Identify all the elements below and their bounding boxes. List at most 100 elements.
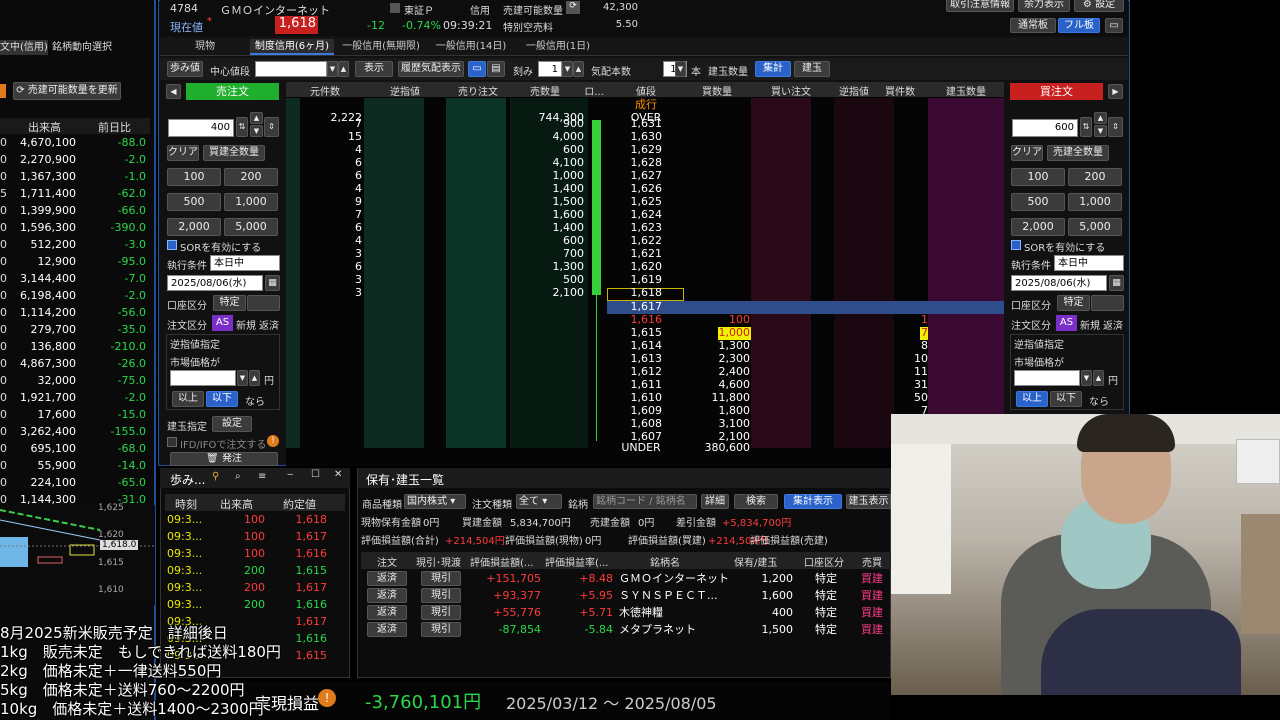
ob-bid-row[interactable]: 1,610 11,800 50 [286,391,1004,404]
center-price-dropdown-icon[interactable]: ▼ [327,61,338,77]
watchlist-row[interactable]: 0 224,100 -65.0 [0,475,150,492]
caution-info-button[interactable]: 取引注意情報 [946,0,1014,12]
sell-date-input[interactable]: 2025/08/06(水) [167,275,263,291]
tick-dropdown-icon[interactable]: ▼ [562,61,573,77]
watchlist-row[interactable]: 0 55,900 -14.0 [0,458,150,475]
sell-qty-down-icon[interactable]: ▼ [250,125,263,137]
ob-ask-row[interactable]: 3 700 1,621 [286,247,1004,260]
ob-ask-row[interactable]: 7 1,600 1,624 [286,208,1004,221]
holdings-return-button[interactable]: 返済 [367,622,407,637]
sell-ifd-checkbox[interactable] [167,437,177,447]
watchlist-row[interactable]: 0 1,399,900 -66.0 [0,203,150,220]
buy-quick-2[interactable]: 500 [1011,193,1065,211]
ticks-link-icon[interactable]: ⚲ [212,471,219,482]
sell-quick-2[interactable]: 500 [167,193,221,211]
left-tab-trend[interactable]: 銘柄動向選択 [52,40,118,55]
update-qty-button[interactable]: ⟳ 売建可能数量を更新 [13,82,121,100]
sell-qty-input[interactable]: 400 [168,119,234,137]
buy-type-new[interactable]: 新規 [1080,317,1100,332]
holdings-genbiki-button[interactable]: 現引 [421,605,461,620]
ob-ask-row[interactable]: 6 4,100 1,628 [286,156,1004,169]
quote-count-dropdown-icon[interactable]: ▼ [675,61,686,77]
buy-acct-button[interactable]: 特定 [1057,295,1090,311]
holdings-return-button[interactable]: 返済 [367,605,407,620]
buy-calendar-icon[interactable]: ▦ [1109,275,1124,291]
sell-calendar-icon[interactable]: ▦ [265,275,280,291]
sell-acct-other[interactable] [247,295,280,311]
buy-cond-select[interactable]: 本日中 [1054,255,1124,271]
sell-quick-1[interactable]: 200 [224,168,278,186]
tate-button[interactable]: 建玉 [794,61,830,77]
ob-bid-row[interactable]: 1,614 1,300 8 [286,339,1004,352]
buy-stop-below[interactable]: 以下 [1050,391,1082,407]
layout-a-icon[interactable]: ▭ [468,61,486,77]
ticks-close-icon[interactable]: ✕ [334,469,342,480]
sell-prev-icon[interactable]: ◀ [166,84,181,99]
sell-qty-step-icon[interactable]: ⇕ [264,117,279,137]
watchlist-row[interactable]: 0 3,262,400 -155.0 [0,424,150,441]
watchlist-row[interactable]: 5 1,711,400 -62.0 [0,186,150,203]
holdings-return-button[interactable]: 返済 [367,588,407,603]
watchlist-row[interactable]: 0 4,867,300 -26.0 [0,356,150,373]
watchlist-row[interactable]: 0 1,367,300 -1.0 [0,169,150,186]
layout-single-icon[interactable]: ▭ [1105,18,1123,33]
watchlist-row[interactable]: 0 512,200 -3.0 [0,237,150,254]
buy-quick-4[interactable]: 2,000 [1011,218,1065,236]
holdings-sym-input[interactable]: 銘柄コード / 銘柄名 [593,494,697,509]
ob-ask-row[interactable]: 15 4,000 1,630 [286,130,1004,143]
holdings-sum-button[interactable]: 集計表示 [784,494,842,509]
sell-sor-checkbox[interactable] [167,240,177,250]
tick-step-icon[interactable]: ▲ [573,61,584,77]
tick-input[interactable]: 1 [538,61,562,77]
sum-button[interactable]: 集計 [755,61,791,77]
watchlist-row[interactable]: 0 12,900 -95.0 [0,254,150,271]
holdings-type-select[interactable]: 全て ▾ [516,494,562,509]
buy-quick-5[interactable]: 5,000 [1068,218,1122,236]
sell-stop-below[interactable]: 以下 [206,391,238,407]
watchlist-row[interactable]: 0 1,596,300 -390.0 [0,220,150,237]
holdings-cat-select[interactable]: 国内株式 ▾ [404,494,466,509]
ticks-maximize-icon[interactable]: ☐ [311,469,320,480]
sell-stop-dropdown-icon[interactable]: ▼ [237,370,248,386]
refresh-avail-icon[interactable]: ⟳ [566,1,580,14]
watchlist-row[interactable]: 0 695,100 -68.0 [0,441,150,458]
watchlist-row[interactable]: 0 136,800 -210.0 [0,339,150,356]
ob-mid-row[interactable]: 1,617 [286,300,1004,313]
ob-ask-row[interactable]: 3 500 1,619 [286,273,1004,286]
ob-ask-row[interactable]: 6 1,300 1,620 [286,260,1004,273]
margin-display-button[interactable]: 余力表示 [1018,0,1070,12]
buy-type-return[interactable]: 返済 [1103,317,1123,332]
watchlist-row[interactable]: 0 1,921,700 -2.0 [0,390,150,407]
ob-ask-row[interactable]: 7 900 1,631 [286,117,1004,130]
buy-stop-dropdown-icon[interactable]: ▼ [1081,370,1092,386]
buy-stop-step-icon[interactable]: ▲ [1093,370,1104,386]
sell-stop-step-icon[interactable]: ▲ [249,370,260,386]
sell-qty-up-icon[interactable]: ▲ [250,112,263,124]
sell-quick-5[interactable]: 5,000 [224,218,278,236]
holdings-row[interactable]: 返済 現引 +151,705 +8.48 ＧＭＯインターネット 1,200 特定 買建 [361,570,891,587]
buy-quick-0[interactable]: 100 [1011,168,1065,186]
watchlist-row[interactable]: 0 32,000 -75.0 [0,373,150,390]
holdings-row[interactable]: 返済 現引 +93,377 +5.95 ＳＹＮＳＰＥＣＴ... 1,600 特定 買建 [361,587,891,604]
holdings-genbiki-button[interactable]: 現引 [421,588,461,603]
buy-all-button[interactable]: 売建全数量 [1047,145,1109,161]
sell-type-return[interactable]: 返済 [259,317,279,332]
sell-tate-setting-button[interactable]: 設定 [212,416,252,432]
sell-stop-above[interactable]: 以上 [172,391,204,407]
buy-quick-3[interactable]: 1,000 [1068,193,1122,211]
tab-2[interactable]: 一般信用(無期限) [338,39,424,55]
sell-send-button[interactable]: 🗑 発注 [170,452,278,466]
history-button[interactable]: 履歴気配表示 [398,61,464,77]
ob-ask-row[interactable]: 6 1,400 1,623 [286,221,1004,234]
mode-button[interactable]: 歩み値 [167,61,203,77]
normal-board-button[interactable]: 通常板 [1010,18,1056,33]
sell-stop-input[interactable] [170,370,236,386]
ob-ask-row[interactable]: 4 600 1,622 [286,234,1004,247]
ob-ask-row[interactable]: 9 1,500 1,625 [286,195,1004,208]
ob-bid-row[interactable]: 1,612 2,400 11 [286,365,1004,378]
ticks-search-icon[interactable]: ⌕ [235,471,241,482]
buy-qty-dropdown-icon[interactable]: ⇅ [1080,117,1092,137]
sell-quick-3[interactable]: 1,000 [224,193,278,211]
watchlist-row[interactable]: 0 279,700 -35.0 [0,322,150,339]
holdings-detail-button[interactable]: 詳細 [701,494,729,509]
